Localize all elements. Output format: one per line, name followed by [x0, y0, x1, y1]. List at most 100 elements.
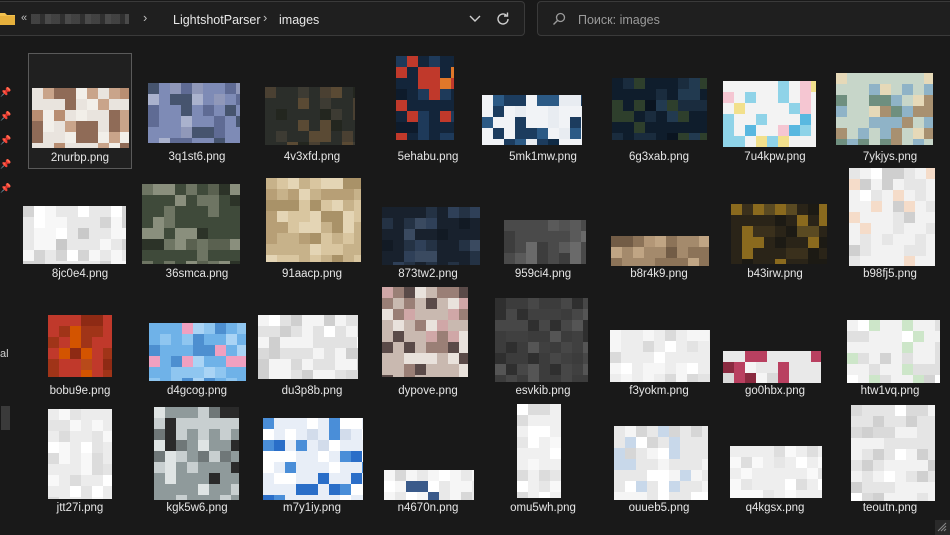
file-thumbnail	[482, 95, 582, 145]
breadcrumb-separator[interactable]: ›	[143, 10, 147, 25]
file-name: omu5wh.png	[510, 502, 576, 514]
file-item[interactable]: dypove.png	[376, 287, 480, 403]
file-item[interactable]: b8r4k9.png	[607, 170, 711, 286]
file-item[interactable]: b98fj5.png	[838, 168, 942, 286]
file-thumbnail	[836, 73, 933, 145]
breadcrumb-hidden-segment[interactable]	[31, 14, 129, 24]
breadcrumb-separator[interactable]: ›	[263, 10, 267, 25]
pin-icon[interactable]: 📌	[0, 112, 11, 121]
file-name: m7y1iy.png	[283, 502, 341, 514]
file-item[interactable]: 4v3xfd.png	[260, 53, 364, 169]
file-item[interactable]: n4670n.png	[376, 404, 480, 520]
file-name: 3q1st6.png	[168, 151, 226, 163]
file-name: 959ci4.png	[514, 268, 572, 280]
file-name: b8r4k9.png	[630, 268, 688, 280]
file-name: dypove.png	[398, 385, 458, 397]
file-name: ouueb5.png	[628, 502, 690, 514]
refresh-icon[interactable]	[495, 11, 511, 27]
file-name: 2nurbp.png	[50, 152, 110, 164]
pin-icon[interactable]: 📌	[0, 136, 11, 145]
file-item[interactable]: htw1vq.png	[838, 287, 942, 403]
nav-scrollbar[interactable]	[1, 406, 10, 430]
file-name: 36smca.png	[165, 268, 229, 280]
file-thumbnail	[849, 168, 935, 266]
file-item[interactable]: 3q1st6.png	[145, 53, 249, 169]
file-item[interactable]: 959ci4.png	[491, 170, 595, 286]
file-thumbnail	[154, 407, 239, 500]
file-item[interactable]: 36smca.png	[142, 170, 249, 286]
file-item[interactable]: 2nurbp.png	[28, 53, 132, 169]
file-item[interactable]: ouueb5.png	[607, 404, 711, 520]
file-name: f3yokm.png	[629, 385, 689, 397]
file-thumbnail	[263, 418, 363, 500]
file-item[interactable]: b43irw.png	[723, 170, 827, 286]
breadcrumb-images[interactable]: images	[279, 13, 319, 27]
file-name: jtt27i.png	[56, 502, 104, 514]
file-item[interactable]: f3yokm.png	[607, 287, 711, 403]
file-name: htw1vq.png	[860, 385, 920, 397]
file-name: b98fj5.png	[863, 268, 917, 280]
resize-grip-icon[interactable]	[937, 522, 947, 532]
file-thumbnail	[504, 220, 586, 264]
file-name: du3p8b.png	[281, 385, 343, 397]
file-item[interactable]: du3p8b.png	[258, 287, 364, 403]
file-thumbnail	[32, 88, 129, 148]
file-thumbnail	[266, 178, 361, 262]
file-item[interactable]: kgk5w6.png	[145, 404, 249, 520]
file-thumbnail	[517, 404, 561, 498]
file-item[interactable]: bobu9e.png	[28, 287, 132, 403]
file-item[interactable]: 873tw2.png	[376, 170, 480, 286]
pin-icon[interactable]: 📌	[0, 88, 11, 97]
file-item[interactable]: 7u4kpw.png	[723, 53, 827, 169]
search-box[interactable]	[537, 1, 950, 36]
file-thumbnail	[851, 405, 935, 501]
pin-icon[interactable]: 📌	[0, 160, 11, 169]
breadcrumb-lightshotparser[interactable]: LightshotParser	[173, 13, 261, 27]
file-thumbnail	[265, 87, 355, 145]
file-item[interactable]: 5ehabu.png	[376, 53, 480, 169]
file-name: b43irw.png	[747, 268, 803, 280]
file-thumbnail	[723, 81, 816, 147]
file-name: 5mk1mw.png	[509, 151, 577, 163]
file-name: bobu9e.png	[49, 385, 111, 397]
file-item[interactable]: omu5wh.png	[491, 404, 595, 520]
breadcrumb-overflow[interactable]: «	[21, 12, 27, 24]
file-item[interactable]: 91aacp.png	[260, 170, 364, 286]
file-name: 7u4kpw.png	[744, 151, 806, 163]
file-thumbnail	[730, 446, 822, 498]
file-name: teoutn.png	[862, 502, 918, 514]
search-input[interactable]	[578, 11, 938, 29]
file-thumbnail	[847, 320, 940, 383]
file-item[interactable]: q4kgsx.png	[723, 404, 827, 520]
pin-icon[interactable]: 📌	[0, 184, 11, 193]
file-item[interactable]: d4gcog.png	[145, 287, 249, 403]
file-thumbnail	[612, 78, 707, 140]
nav-item-label[interactable]: al	[0, 348, 9, 360]
file-item[interactable]: 8jc0e4.png	[23, 170, 132, 286]
file-item[interactable]: teoutn.png	[838, 404, 942, 520]
file-thumbnail	[495, 298, 588, 382]
file-thumbnail	[384, 470, 474, 500]
file-item[interactable]: jtt27i.png	[28, 404, 132, 520]
file-thumbnail	[610, 330, 710, 382]
file-item[interactable]: go0hbx.png	[723, 287, 827, 403]
file-name: esvkib.png	[515, 385, 571, 397]
chevron-down-icon[interactable]	[467, 12, 483, 26]
file-item[interactable]: 6g3xab.png	[607, 53, 711, 169]
file-name: q4kgsx.png	[745, 502, 805, 514]
navigation-pane[interactable]: 📌 📌 📌 📌 📌 al	[0, 40, 14, 535]
file-thumbnail	[142, 184, 240, 264]
file-name: n4670n.png	[397, 502, 459, 514]
file-item[interactable]: esvkib.png	[491, 287, 595, 403]
file-name: kgk5w6.png	[166, 502, 228, 514]
file-thumbnail	[382, 287, 468, 377]
file-thumbnail	[23, 206, 126, 264]
file-name: 8jc0e4.png	[51, 268, 109, 280]
file-item[interactable]: 5mk1mw.png	[482, 53, 595, 169]
file-thumbnail	[149, 323, 246, 381]
file-item[interactable]: 7ykjys.png	[836, 53, 942, 169]
file-item[interactable]: m7y1iy.png	[260, 404, 364, 520]
address-bar[interactable]: « › LightshotParser › images	[0, 1, 525, 36]
file-name: 7ykjys.png	[862, 151, 918, 163]
search-icon	[553, 12, 566, 25]
